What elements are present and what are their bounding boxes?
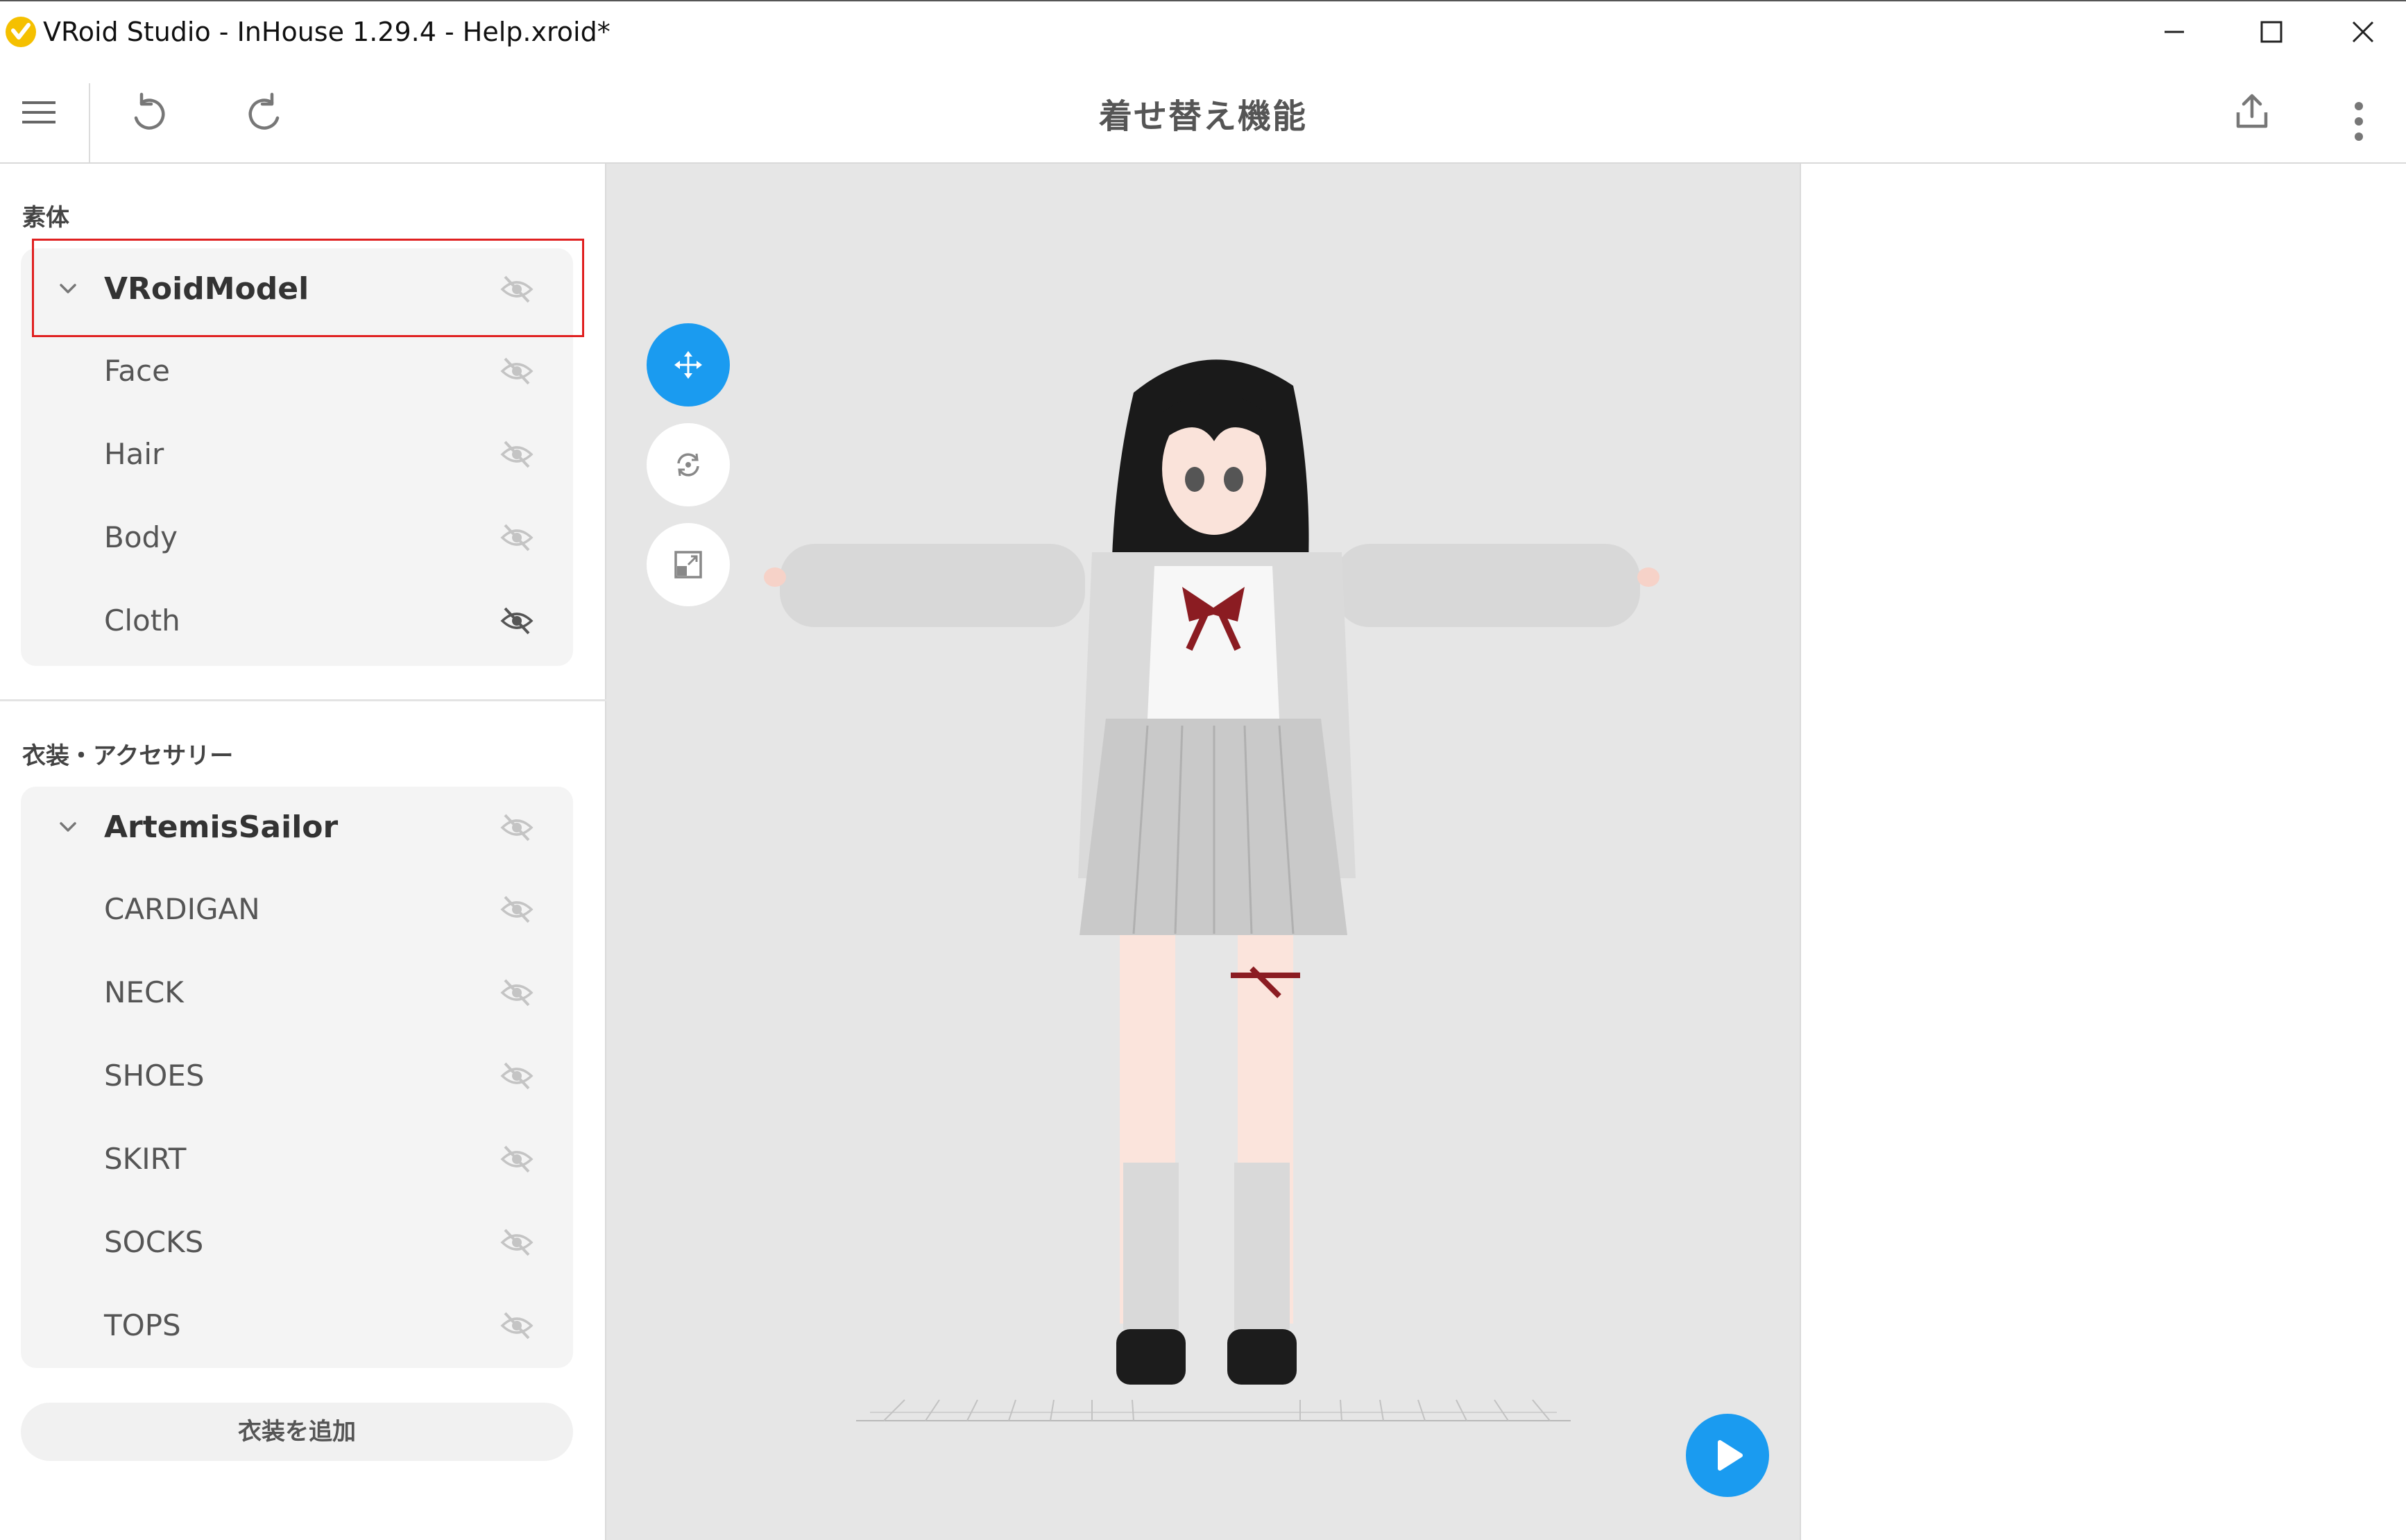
costume-group-card: ArtemisSailor CARDIGAN NECK SHOES SKIRT … <box>21 787 573 1368</box>
group-header-artemissailor[interactable]: ArtemisSailor <box>21 787 573 869</box>
chevron-down-icon[interactable] <box>56 814 80 839</box>
eye-off-icon[interactable] <box>500 1227 534 1258</box>
eye-off-icon[interactable] <box>500 977 534 1008</box>
list-item-label: SKIRT <box>104 1142 187 1176</box>
list-item-label: Body <box>104 520 178 554</box>
more-options-button[interactable] <box>2330 89 2388 154</box>
section-label-body: 素体 <box>22 204 69 232</box>
window-title: VRoid Studio - InHouse 1.29.4 - Help.xro… <box>43 17 611 47</box>
hamburger-menu-icon <box>22 101 56 123</box>
export-button[interactable] <box>2223 82 2281 140</box>
list-item[interactable]: Body <box>21 497 573 579</box>
list-item[interactable]: Cloth <box>21 580 573 662</box>
list-item-label: Cloth <box>104 604 180 638</box>
section-label-costume: 衣装・アクセサリー <box>22 742 234 770</box>
model-viewport[interactable] <box>606 164 1800 1540</box>
eye-off-icon[interactable] <box>500 812 534 843</box>
more-vertical-icon <box>2355 102 2363 141</box>
redo-icon <box>248 92 280 130</box>
group-name: ArtemisSailor <box>104 810 339 845</box>
close-icon <box>2352 21 2374 43</box>
app-logo-icon <box>6 17 36 47</box>
eye-off-icon[interactable] <box>500 1061 534 1091</box>
list-item-label: Face <box>104 354 170 388</box>
minimize-icon <box>2165 31 2184 33</box>
redo-button[interactable] <box>236 83 294 142</box>
add-costume-button[interactable]: 衣装を追加 <box>21 1403 573 1461</box>
right-panel <box>1800 164 2406 1540</box>
page-title: 着せ替え機能 <box>1098 97 1307 136</box>
eye-off-icon[interactable] <box>500 439 534 470</box>
list-item[interactable]: SOCKS <box>21 1201 573 1283</box>
eye-off-icon[interactable] <box>500 1310 534 1341</box>
undo-button[interactable] <box>119 83 178 142</box>
list-item-label: SHOES <box>104 1059 205 1093</box>
list-item[interactable]: SKIRT <box>21 1118 573 1200</box>
list-item[interactable]: NECK <box>21 952 573 1034</box>
selection-highlight <box>32 239 584 337</box>
toolbar-divider <box>89 83 90 162</box>
eye-off-icon[interactable] <box>500 894 534 925</box>
close-button[interactable] <box>2320 0 2406 64</box>
play-button[interactable] <box>1686 1414 1769 1497</box>
maximize-button[interactable] <box>2223 0 2320 64</box>
eye-off-icon[interactable] <box>500 522 534 553</box>
eye-off-icon[interactable] <box>500 606 534 636</box>
list-item-label: TOPS <box>104 1308 181 1342</box>
list-item-label: CARDIGAN <box>104 892 260 926</box>
minimize-button[interactable] <box>2126 0 2223 64</box>
character-model <box>764 359 1660 1421</box>
panel-divider <box>0 699 606 701</box>
eye-off-icon[interactable] <box>500 356 534 386</box>
list-item[interactable]: CARDIGAN <box>21 869 573 950</box>
maximize-icon <box>2260 21 2283 43</box>
list-item-label: NECK <box>104 975 184 1009</box>
list-item-label: Hair <box>104 437 164 471</box>
hamburger-menu-button[interactable] <box>10 83 68 142</box>
eye-off-icon[interactable] <box>500 1144 534 1174</box>
list-item[interactable]: Hair <box>21 413 573 495</box>
list-item[interactable]: SHOES <box>21 1035 573 1117</box>
list-item-label: SOCKS <box>104 1225 204 1259</box>
undo-icon <box>134 92 165 130</box>
export-icon <box>2236 94 2268 128</box>
list-item[interactable]: Face <box>21 330 573 412</box>
play-icon <box>1718 1440 1743 1471</box>
list-item[interactable]: TOPS <box>21 1285 573 1367</box>
